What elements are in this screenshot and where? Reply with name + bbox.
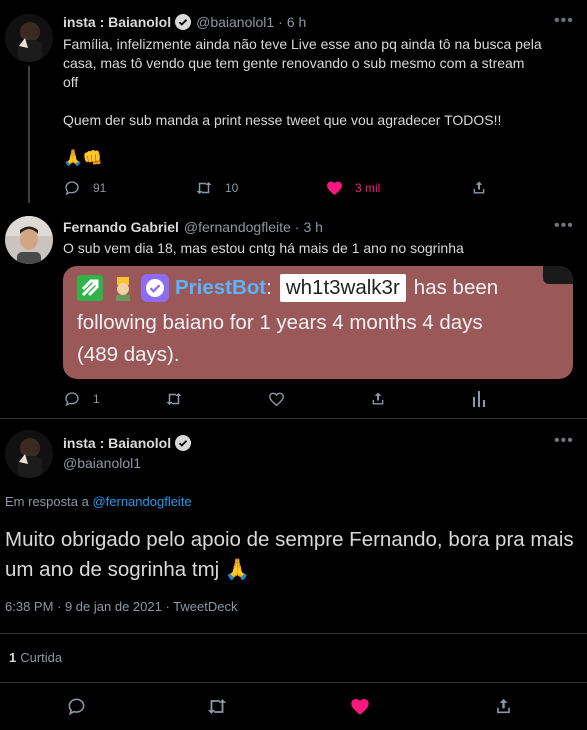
author-handle[interactable]: @baianolol1: [63, 455, 141, 471]
author-name[interactable]: insta : Baianolol: [63, 14, 171, 30]
heart-icon: [269, 392, 284, 407]
bot-colon: :: [266, 276, 272, 299]
share-button[interactable]: [471, 179, 487, 196]
tweet-time[interactable]: 6 h: [287, 14, 306, 30]
divider: [0, 633, 587, 634]
chat-line-3: (489 days).: [77, 343, 180, 366]
share-icon: [473, 181, 485, 194]
reply-prefix: Em resposta a: [5, 494, 89, 509]
tweet3-handle-row: @baianolol1: [63, 455, 141, 471]
author-name[interactable]: Fernando Gabriel: [63, 219, 179, 235]
separator-dot: ·: [294, 219, 300, 235]
avatar-baianolol[interactable]: [5, 430, 53, 478]
reply-icon: [65, 181, 79, 196]
thread-line: [28, 66, 30, 203]
mentioned-username: wh1t3walk3r: [279, 274, 406, 302]
tweet-meta: 6:38 PM · 9 de jan de 2021 · TweetDeck: [5, 599, 238, 614]
tweet3-header: insta : Baianolol: [63, 435, 192, 451]
separator-dot: ·: [278, 14, 283, 30]
engagement-number: 1: [9, 650, 17, 665]
retweet-icon: [196, 182, 212, 194]
divider: [0, 682, 587, 683]
chat-line-1-end: has been: [413, 276, 499, 299]
tweet1-text-line: off: [63, 74, 79, 90]
reply-icon: [68, 698, 85, 716]
verified-bot-icon: [141, 274, 169, 302]
heart-filled-icon: [351, 699, 369, 715]
tweet1-header: insta : Baianolol @baianolol1 · 6 h: [63, 14, 306, 30]
tweet1-text-line: Quem der sub manda a print nesse tweet q…: [63, 112, 502, 128]
engagement-count[interactable]: 1 Curtida: [9, 650, 62, 665]
bot-name: PriestBot: [175, 276, 267, 299]
verified-icon: [175, 435, 192, 451]
reply-button[interactable]: [67, 697, 86, 716]
tweet1-text: Família, infelizmente ainda não teve Liv…: [63, 35, 573, 168]
retweet-count: 10: [225, 181, 239, 195]
like-count: 3 mil: [355, 181, 381, 195]
reply-button[interactable]: 1: [64, 391, 100, 407]
reply-count: 91: [93, 181, 107, 195]
author-handle[interactable]: @fernandogfleite: [184, 219, 291, 235]
tweet1-emojis: 🙏👊: [63, 150, 103, 167]
tweet2-text: O sub vem dia 18, mas estou cntg há mais…: [63, 240, 464, 256]
retweet-button[interactable]: [206, 697, 228, 716]
tweet-time[interactable]: 3 h: [303, 219, 322, 235]
badge-icon: [77, 275, 103, 301]
like-button[interactable]: [268, 391, 285, 407]
reply-context: Em resposta a @fernandogfleite: [5, 494, 192, 509]
retweet-icon: [207, 699, 227, 714]
heart-filled-icon: [327, 181, 342, 196]
reply-icon: [65, 392, 79, 407]
more-options-icon[interactable]: •••: [554, 12, 574, 30]
reply-to-link[interactable]: @fernandogfleite: [92, 494, 191, 509]
more-options-icon[interactable]: •••: [554, 432, 574, 450]
bot-badge-icon: [111, 275, 135, 301]
share-icon: [372, 392, 384, 405]
like-button[interactable]: 3 mil: [326, 180, 380, 196]
more-options-icon[interactable]: •••: [554, 217, 574, 235]
retweet-button[interactable]: 10: [195, 180, 238, 196]
tweet1-text-line: casa, mas tô vendo que tem gente renovan…: [63, 55, 525, 71]
chat-line-1: PriestBot: wh1t3walk3r has been: [77, 270, 498, 306]
reply-button[interactable]: 91: [64, 180, 106, 196]
analytics-button[interactable]: [472, 391, 486, 407]
author-name[interactable]: insta : Baianolol: [63, 435, 171, 451]
embedded-screenshot[interactable]: PriestBot: wh1t3walk3r has been followin…: [63, 266, 573, 379]
retweet-button[interactable]: [165, 391, 183, 407]
retweet-icon: [166, 393, 182, 405]
tweet3-text: Muito obrigado pelo apoio de sempre Fern…: [5, 528, 574, 581]
divider: [0, 418, 587, 419]
tweet1-text-line: Família, infelizmente ainda não teve Liv…: [63, 36, 542, 52]
avatar-fernando[interactable]: [5, 216, 53, 264]
like-button[interactable]: [350, 697, 370, 716]
tweet2-header: Fernando Gabriel @fernandogfleite · 3 h: [63, 219, 323, 235]
engagement-label: Curtida: [20, 650, 63, 665]
verified-icon: [175, 14, 192, 30]
analytics-icon: [473, 391, 485, 407]
share-button[interactable]: [494, 696, 513, 716]
reply-count: 1: [93, 392, 100, 406]
chat-line-2: following baiano for 1 years 4 months 4 …: [77, 311, 483, 334]
share-icon: [497, 698, 510, 714]
author-handle[interactable]: @baianolol1: [196, 14, 274, 30]
share-button[interactable]: [370, 390, 386, 407]
avatar-baianolol[interactable]: [5, 14, 53, 62]
